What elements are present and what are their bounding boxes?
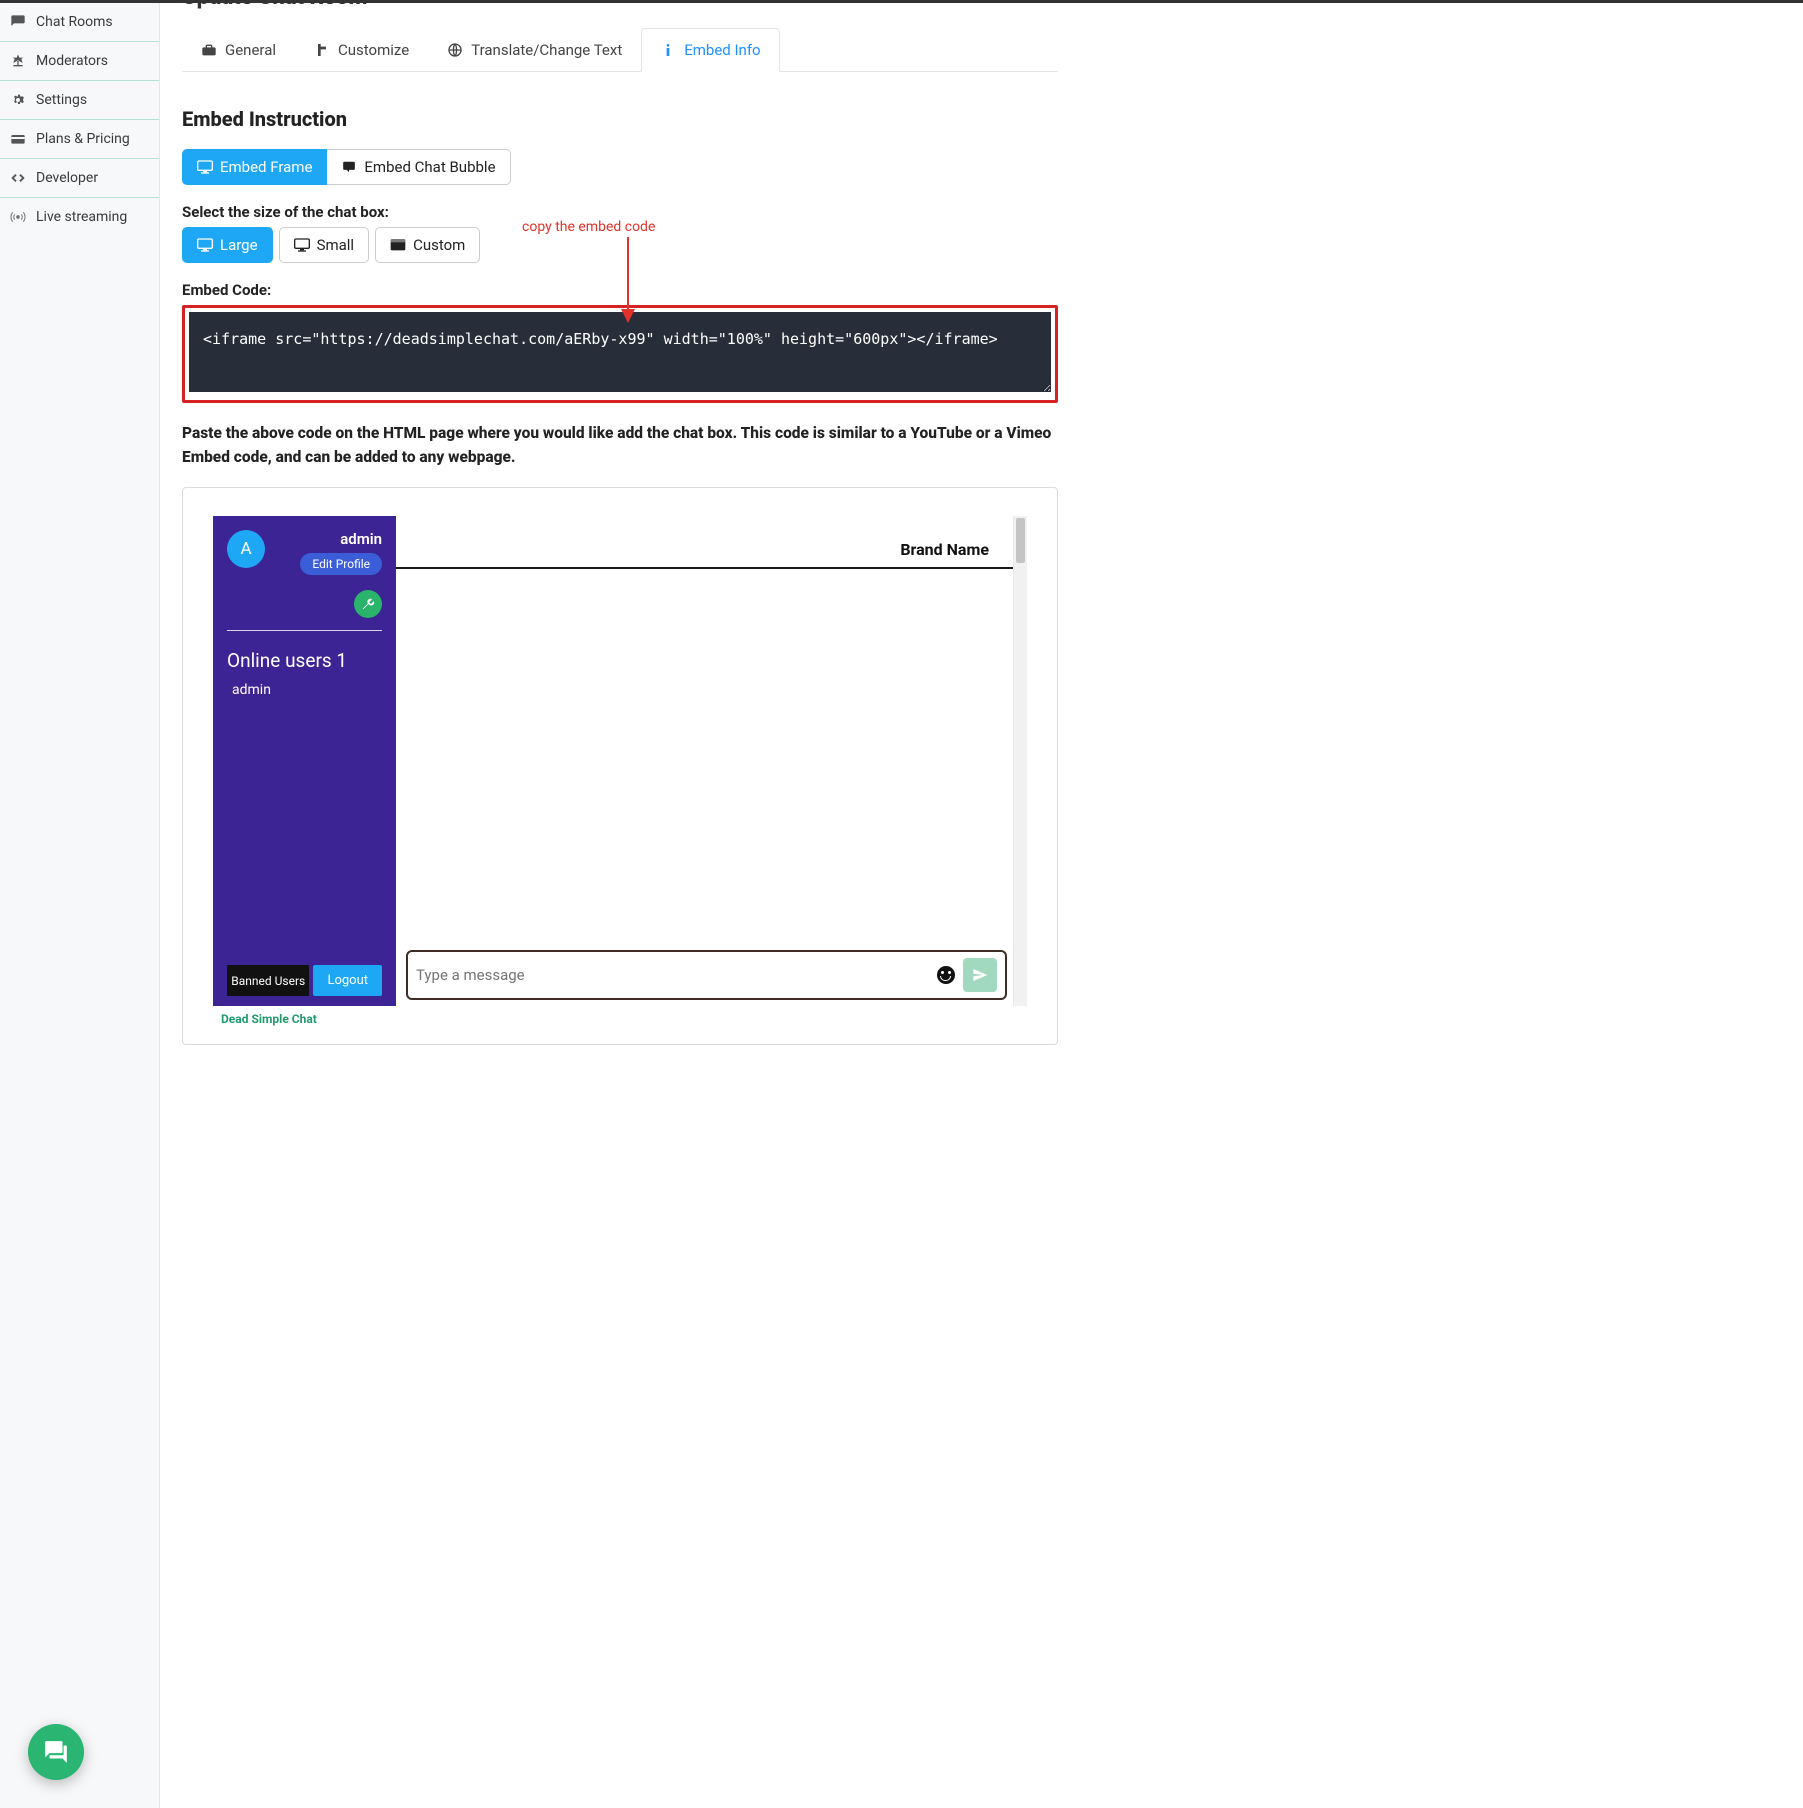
info-icon [660,42,676,58]
tab-label: Translate/Change Text [471,41,622,59]
size-small-button[interactable]: Small [279,227,370,263]
send-icon [972,967,988,983]
button-label: Small [317,236,355,254]
streaming-icon [10,209,26,225]
emoji-icon[interactable] [937,966,955,984]
arrow-down-icon [617,237,639,323]
chat-username: admin [275,530,382,548]
customize-icon [314,42,330,58]
sidebar: Chat Rooms Moderators Settings Plans & P… [0,3,160,1808]
monitor-icon [197,160,213,174]
banned-users-button[interactable]: Banned Users [227,965,309,996]
toolbox-icon [201,42,217,58]
sidebar-item-live-streaming[interactable]: Live streaming [0,198,159,236]
tab-label: General [225,41,276,59]
sidebar-item-label: Live streaming [36,209,127,225]
tab-embed-info[interactable]: Embed Info [641,28,779,72]
tab-customize[interactable]: Customize [295,28,428,72]
online-user: admin [227,682,382,698]
embed-bubble-button[interactable]: Embed Chat Bubble [327,149,510,185]
chat-brand: Brand Name [396,516,1013,569]
tab-label: Customize [338,41,409,59]
sidebar-item-developer[interactable]: Developer [0,159,159,198]
tabs: General Customize Translate/Change Text … [182,28,1058,72]
globe-icon [447,42,463,58]
embed-frame-button[interactable]: Embed Frame [182,149,327,185]
settings-icon [10,92,26,108]
chat-preview: A admin Edit Profile Online users 1 admi… [182,487,1058,1045]
button-label: Embed Frame [220,158,312,176]
divider [227,630,382,631]
button-label: Custom [413,236,465,254]
size-large-button[interactable]: Large [182,227,273,263]
monitor-icon [294,238,310,252]
chat-input[interactable] [416,966,929,984]
sidebar-item-label: Plans & Pricing [36,131,130,147]
sidebar-item-label: Settings [36,92,87,108]
plans-icon [10,131,26,147]
paste-instruction: Paste the above code on the HTML page wh… [182,421,1058,469]
avatar: A [227,530,265,568]
chat-rooms-icon [10,14,26,30]
help-fab[interactable] [28,1724,84,1780]
button-label: Large [220,236,258,254]
scroll-thumb[interactable] [1016,518,1025,563]
sidebar-item-chat-rooms[interactable]: Chat Rooms [0,3,159,42]
sidebar-item-label: Moderators [36,53,108,69]
embed-heading: Embed Instruction [182,107,1058,131]
tools-button[interactable] [354,590,382,618]
page-title: Update Chat Room [182,0,1058,10]
size-custom-button[interactable]: Custom [375,227,480,263]
sidebar-item-label: Chat Rooms [36,14,113,30]
main-content: Update Chat Room General Customize Trans… [160,3,1080,1808]
edit-profile-button[interactable]: Edit Profile [300,553,382,575]
bubble-icon [341,160,357,174]
embed-mode-group: Embed Frame Embed Chat Bubble [182,149,1058,185]
chat-messages [396,569,1013,944]
developer-icon [10,170,26,186]
moderators-icon [10,53,26,69]
logout-button[interactable]: Logout [313,965,382,996]
online-users-title: Online users 1 [227,649,382,672]
wrench-icon [361,597,375,611]
sidebar-item-label: Developer [36,170,98,186]
sidebar-item-plans[interactable]: Plans & Pricing [0,120,159,159]
annotation-text: copy the embed code [522,219,655,235]
chat-main: Brand Name [396,516,1013,1006]
send-button[interactable] [963,958,997,992]
tab-translate[interactable]: Translate/Change Text [428,28,641,72]
tab-general[interactable]: General [182,28,295,72]
sidebar-item-moderators[interactable]: Moderators [0,42,159,81]
chat-input-row [406,950,1007,1000]
tab-label: Embed Info [684,41,760,59]
scrollbar[interactable] [1013,516,1027,1006]
sidebar-item-settings[interactable]: Settings [0,81,159,120]
chat-footer-brand: Dead Simple Chat [213,1006,1027,1026]
monitor-icon [197,238,213,252]
annotation: copy the embed code [522,219,655,235]
window-icon [390,238,406,252]
embed-code-textarea[interactable] [189,312,1051,392]
button-label: Embed Chat Bubble [364,158,495,176]
chat-sidebar: A admin Edit Profile Online users 1 admi… [213,516,396,1006]
help-icon [43,1739,69,1765]
